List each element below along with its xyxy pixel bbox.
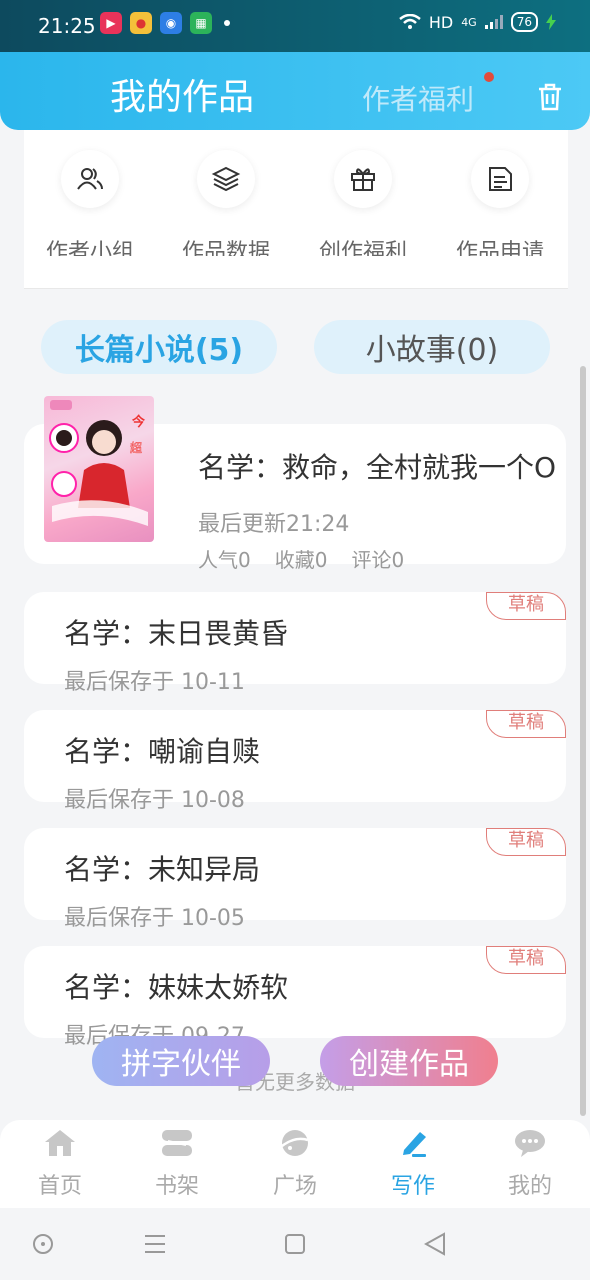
trash-icon[interactable] [536, 82, 564, 112]
nav-label: 广场 [272, 1174, 317, 1199]
home-icon [45, 1130, 75, 1156]
work-title: 名学：嘲谕自赎 [64, 735, 261, 768]
work-title: 名学：末日畏黄昏 [64, 617, 289, 650]
work-card[interactable]: 今 超 名学：救命，全村就我一个O 最后更新21:24 人气0 收藏0 评论0 [24, 396, 566, 572]
work-updated: 最后保存于 10-11 [64, 670, 245, 695]
page-header: 我的作品 作者福利 [0, 52, 590, 130]
bookshelf-icon [162, 1130, 192, 1156]
chat-icon [515, 1130, 545, 1157]
battery-indicator: 76 [510, 12, 538, 32]
nav-label: 书架 [154, 1174, 199, 1199]
layers-icon [197, 150, 255, 208]
quick-action-data[interactable]: 作品数据 [166, 150, 286, 256]
app-icon: ▦ [190, 12, 212, 34]
quick-action-label: 作品数据 [181, 240, 270, 256]
nav-write[interactable]: 写作 [373, 1128, 453, 1200]
draft-badge: 草稿 [486, 828, 566, 856]
work-title: 名学：妹妹太娇软 [64, 971, 289, 1004]
nav-label: 首页 [37, 1174, 82, 1199]
work-updated: 最后更新21:24 [198, 512, 350, 537]
svg-text:今: 今 [131, 414, 146, 430]
wifi-icon [399, 14, 421, 29]
quick-actions: 作者小组 作品数据 创作福利 作品申请 [24, 130, 568, 288]
no-more-data: 暂无更多数据 [235, 1070, 355, 1094]
status-time: 21:25 [38, 14, 96, 38]
quick-action-label: 作品申请 [455, 240, 544, 256]
group-icon [61, 150, 119, 208]
nav-label: 我的 [507, 1174, 552, 1199]
create-work-button[interactable]: 创建作品 [320, 1036, 498, 1086]
browser-icon: ◉ [160, 12, 182, 34]
work-card[interactable]: 草稿 名学：未知异局 最后保存于 10-05 [24, 828, 566, 931]
bottom-nav: 首页 书架 广场 写作 我的 [0, 1120, 590, 1208]
nav-plaza[interactable]: 广场 [255, 1128, 335, 1200]
system-nav-bar [0, 1208, 590, 1280]
nav-home[interactable]: 首页 [20, 1128, 100, 1200]
pen-icon [403, 1132, 426, 1157]
work-title: 名学：未知异局 [64, 853, 261, 886]
more-notifications-dot [224, 20, 230, 26]
work-card[interactable]: 草稿 名学：末日畏黄昏 最后保存于 10-11 [24, 592, 566, 695]
partner-button[interactable]: 拼字伙伴 [92, 1036, 270, 1086]
signal-type: 4G [461, 15, 477, 29]
svg-text:超: 超 [130, 440, 142, 455]
tab-stories[interactable]: 小故事(0) [314, 320, 550, 374]
nav-bookshelf[interactable]: 书架 [137, 1128, 217, 1200]
notification-icons: ▶ ● ◉ ▦ [100, 12, 230, 34]
work-stats: 人气0 收藏0 评论0 [198, 544, 404, 573]
quick-action-label: 作者小组 [45, 240, 134, 256]
draft-badge: 草稿 [486, 592, 566, 620]
menu-icon[interactable] [144, 1234, 166, 1254]
quick-action-welfare[interactable]: 创作福利 [303, 150, 423, 256]
nav-label: 写作 [390, 1174, 435, 1199]
signal-icon [484, 15, 503, 29]
work-updated: 最后保存于 10-05 [64, 906, 245, 931]
home-button-icon[interactable] [284, 1233, 306, 1255]
divider [24, 288, 568, 289]
work-updated: 最后保存于 10-08 [64, 788, 245, 813]
work-card[interactable]: 草稿 名学：嘲谕自赎 最后保存于 10-08 [24, 710, 566, 813]
scrollbar[interactable] [580, 366, 586, 1116]
video-app-icon: ▶ [100, 12, 122, 34]
charging-icon [546, 14, 556, 30]
document-icon [471, 150, 529, 208]
draft-badge: 草稿 [486, 946, 566, 974]
status-bar: 21:25 ▶ ● ◉ ▦ HD 4G 76 [0, 0, 590, 52]
quick-action-group[interactable]: 作者小组 [30, 150, 150, 256]
book-cover: 今 超 [44, 396, 154, 542]
nav-mine[interactable]: 我的 [490, 1128, 570, 1200]
quick-action-apply[interactable]: 作品申请 [440, 150, 560, 256]
draft-badge: 草稿 [486, 710, 566, 738]
network-type: HD [428, 12, 454, 32]
author-perks-link[interactable]: 作者福利 [362, 78, 474, 118]
stat-favorites: 收藏0 [274, 548, 328, 572]
weibo-icon: ● [130, 12, 152, 34]
work-card[interactable]: 草稿 名学：妹妹太娇软 最后保存于 09-27 [24, 946, 566, 1049]
stat-comments: 评论0 [351, 548, 405, 572]
work-title: 名学：救命，全村就我一个O [198, 451, 557, 484]
assistant-icon[interactable] [32, 1233, 54, 1255]
status-right: HD 4G 76 [399, 12, 556, 32]
notification-dot [484, 72, 494, 82]
quick-action-label: 创作福利 [318, 240, 407, 256]
stat-popularity: 人气0 [198, 548, 251, 572]
gift-icon [334, 150, 392, 208]
tab-novels[interactable]: 长篇小说(5) [41, 320, 277, 374]
planet-icon [281, 1130, 309, 1156]
page-title: 我的作品 [110, 77, 255, 118]
back-icon[interactable] [424, 1232, 446, 1256]
